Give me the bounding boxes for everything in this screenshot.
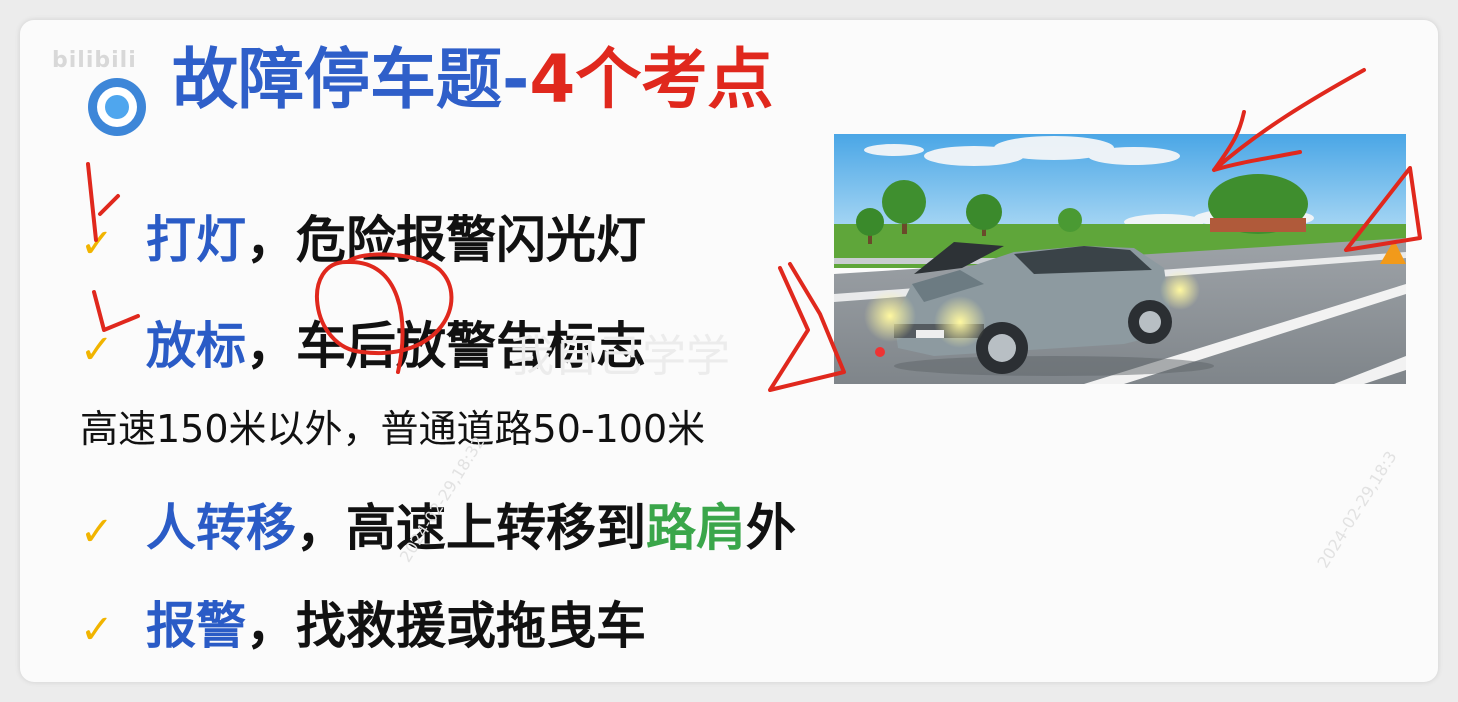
slide: bilibili 故障停车题-4个考点 ✓ 打灯，危险报警闪光灯 ✓ 放标，车后放警…: [20, 20, 1438, 682]
target-bullet-icon: [88, 78, 146, 136]
point-detail: 高速上转移到: [346, 499, 646, 557]
point-separator: ，: [246, 317, 296, 375]
bilibili-logo: bilibili: [52, 48, 137, 73]
title-main: 故障停车题-: [172, 41, 530, 118]
point-separator: ，: [246, 211, 296, 269]
point-item-call: ✓ 报警，找救援或拖曳车: [80, 586, 646, 658]
point-detail: 找救援或拖曳车: [296, 597, 646, 655]
point-keyword: 打灯: [146, 211, 246, 269]
broken-down-car-illustration: [834, 134, 1406, 384]
title-highlight: 4个考点: [529, 41, 774, 118]
check-icon: ✓: [80, 221, 114, 267]
point-separator: ，: [246, 597, 296, 655]
distance-note: 高速150米以外，普通道路50-100米: [80, 407, 706, 451]
check-icon: ✓: [80, 509, 114, 555]
check-icon: ✓: [80, 327, 114, 373]
point-keyword: 报警: [146, 597, 246, 655]
point-detail-end: 外: [746, 499, 796, 557]
check-icon: ✓: [80, 607, 114, 653]
faint-watermark-text: 我自己学学: [510, 331, 730, 382]
point-item-lights: ✓ 打灯，危险报警闪光灯: [80, 200, 646, 272]
point-highlight: 路肩: [646, 499, 746, 557]
point-keyword: 放标: [146, 317, 246, 375]
page-title: 故障停车题-4个考点: [172, 40, 773, 119]
point-separator: ，: [296, 499, 346, 557]
timestamp-watermark: 2024-02-29,18:3: [1313, 447, 1401, 572]
point-keyword: 人转移: [146, 499, 296, 557]
point-detail: 危险报警闪光灯: [296, 211, 646, 269]
